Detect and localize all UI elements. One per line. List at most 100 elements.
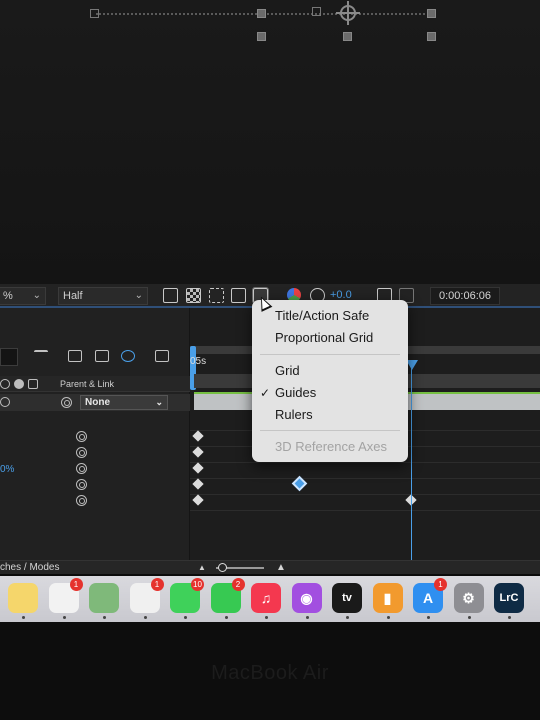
menu-item-grid[interactable]: Grid [252,361,408,381]
menu-item-proportional-grid[interactable]: Proportional Grid [252,328,408,348]
notes-app[interactable] [8,583,38,613]
pickwhip-icon[interactable] [61,397,72,408]
magnification-value: % [3,290,13,302]
magnification-select[interactable]: % ⌄ [0,287,46,305]
chevron-down-icon: ⌄ [134,290,143,301]
layer-handle[interactable] [343,32,352,41]
running-indicator [184,616,187,619]
layer-handle[interactable] [257,32,266,41]
pickwhip-icon[interactable] [76,463,87,474]
snapshot-region-icon[interactable] [163,288,178,303]
lock-switch-icon[interactable] [14,379,24,389]
music-icon: ♫ [260,590,272,606]
solo-switch-icon[interactable] [0,379,10,389]
maps-icon [89,583,119,613]
chevron-down-icon: ⌄ [155,397,163,407]
keyframe[interactable] [192,462,204,474]
pickwhip-icon[interactable] [76,479,87,490]
keyframe[interactable] [192,478,204,490]
layer-row[interactable]: None ⌄ [0,394,190,411]
row-divider [190,478,540,479]
layer-outline-panel: Parent & Link None ⌄ 0% [0,308,190,560]
app-store-app[interactable]: A1 [413,578,447,613]
shy-layers-icon[interactable] [68,350,82,362]
system-settings-app[interactable]: ⚙ [453,583,484,613]
menu-item-label: Rulers [275,407,313,422]
zoom-in-icon[interactable]: ▲ [276,561,286,574]
lightroom-classic-app[interactable]: LrC [494,583,524,613]
pickwhip-icon[interactable] [76,447,87,458]
running-indicator [467,616,471,619]
notes-icon [8,583,38,613]
layer-handle[interactable] [90,9,99,18]
layer-handle[interactable] [312,7,321,16]
view-options-menu: Title/Action Safe Proportional Grid Grid… [252,300,408,462]
laptop-bezel: MacBook Air [0,622,540,720]
podcasts-icon: ◉ [300,590,313,606]
facetime-app[interactable]: 2 [210,578,245,613]
region-of-interest-icon[interactable] [231,288,246,303]
transparency-grid-icon[interactable] [186,288,201,303]
running-indicator [265,616,268,619]
motion-blur-icon[interactable] [121,350,135,362]
maps-app[interactable] [89,583,119,613]
podcasts-app[interactable]: ◉ [291,583,322,613]
keyframe[interactable] [192,446,204,458]
row-divider [190,494,540,495]
running-indicator [346,616,349,619]
label-switch-icon[interactable] [28,379,38,389]
notification-badge: 2 [231,578,245,591]
macos-dock: 1 1 10 2 ♫ ◉ tv ▮ A 1 ⚙ LrC [0,576,540,622]
resolution-select[interactable]: Half ⌄ [58,287,148,305]
timeline-search-input[interactable] [0,348,18,366]
menu-item-label: Title/Action Safe [275,308,370,323]
menu-item-label: Grid [275,363,300,378]
current-time-display[interactable]: 0:00:06:06 [430,287,500,305]
menu-item-label: Proportional Grid [275,330,374,345]
menu-item-title-action-safe[interactable]: Title/Action Safe [252,306,408,326]
switches-modes-toggle[interactable]: ches / Modes [0,562,59,573]
books-icon: ▮ [383,590,392,606]
graph-editor-icon[interactable] [155,350,169,362]
running-indicator [103,616,106,619]
layer-switch-icon[interactable] [0,397,10,407]
menu-item-rulers[interactable]: Rulers [252,405,408,425]
anchor-point-icon[interactable] [336,1,360,25]
zoom-out-icon[interactable]: ▲ [198,561,206,574]
running-indicator [305,616,309,619]
parent-select[interactable]: None ⌄ [80,395,168,410]
timeline-status-bar: ches / Modes ▲ ▲ [0,560,540,574]
keyframe[interactable] [192,494,204,506]
layer-handle[interactable] [427,32,436,41]
composition-flowchart-icon[interactable] [34,350,48,362]
tv-app[interactable]: tv [332,583,362,613]
resolution-value: Half [63,290,83,302]
tv-icon: tv [342,592,352,604]
chevron-down-icon: ⌄ [32,290,41,301]
photos-app[interactable]: 1 [129,578,164,613]
current-time-indicator[interactable] [411,364,412,560]
music-app[interactable]: ♫ [251,583,281,613]
checkmark-icon: ✓ [260,386,271,400]
books-app[interactable]: ▮ [372,583,403,613]
property-value[interactable]: 0% [0,464,14,475]
running-indicator [22,616,25,619]
parent-value: None [85,397,110,408]
notification-badge: 10 [191,578,204,591]
row-divider [190,462,540,463]
running-indicator [224,616,228,619]
menu-item-label: Guides [275,385,317,400]
layer-handle[interactable] [427,9,436,18]
menu-item-guides[interactable]: ✓ Guides [252,383,408,403]
composition-viewer[interactable] [0,0,540,284]
pickwhip-icon[interactable] [76,431,87,442]
mask-path-icon[interactable] [209,288,224,303]
pickwhip-icon[interactable] [76,495,87,506]
keyframe[interactable] [192,430,204,442]
layer-handle[interactable] [257,9,266,18]
timeline-zoom-knob[interactable] [218,563,227,572]
frame-blending-icon[interactable] [95,350,109,362]
menu-separator [260,354,400,355]
messages-app[interactable]: 10 [170,578,204,613]
reminders-app[interactable]: 1 [48,578,83,613]
